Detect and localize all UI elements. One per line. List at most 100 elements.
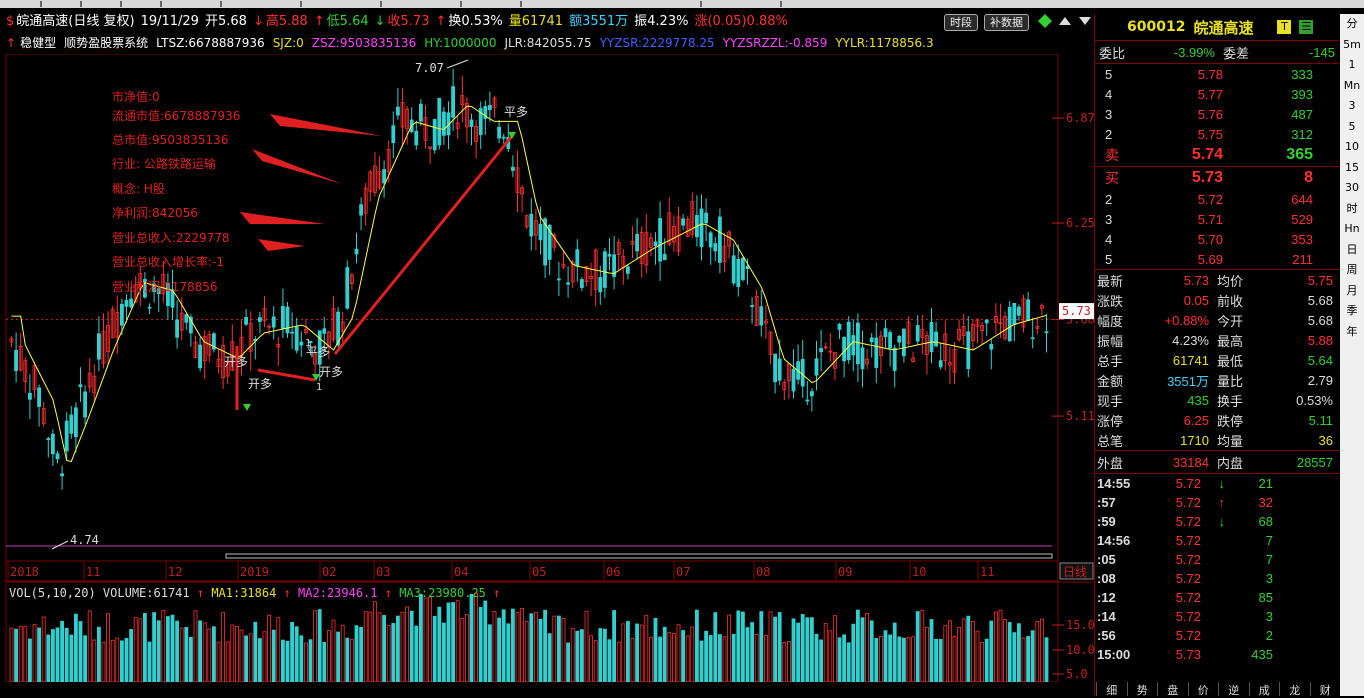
indicator-name: 稳健型 [20, 36, 57, 50]
sell-level-row[interactable]: 2 5.75 312 [1095, 124, 1340, 144]
tick-row[interactable]: 14:55 5.72 ↓ 21 [1095, 474, 1340, 493]
volume-bar [234, 626, 239, 682]
sell-level-row[interactable]: 3 5.76 487 [1095, 104, 1340, 124]
stat-label: 总手 [1097, 353, 1124, 369]
period-button[interactable]: 时 [1340, 199, 1364, 220]
arrow-down-icon: ↓ [252, 14, 264, 29]
period-button[interactable]: 10 [1340, 137, 1364, 158]
period-button[interactable]: 年 [1340, 322, 1364, 343]
volume-bar [915, 611, 920, 682]
tick-row[interactable]: :12 5.72 85 [1095, 588, 1340, 607]
tick-row[interactable]: :08 5.72 3 [1095, 569, 1340, 588]
volume-bar [934, 638, 938, 682]
level-label: 4 [1105, 86, 1113, 102]
candle-body [966, 331, 971, 370]
t-icon[interactable]: T [1277, 20, 1292, 34]
timeshare-button[interactable]: 时段 [944, 14, 978, 31]
tick-volume: 85 [1258, 590, 1273, 605]
quote-header: 600012 皖通高速 T ☰ [1095, 14, 1340, 40]
volume-bar [147, 641, 152, 682]
candle-body [805, 399, 810, 402]
quote-tab[interactable]: 财 [1309, 682, 1341, 697]
buy-orders: 买 5.73 8 2 5.72 644 3 5.71 529 4 5.70 353 5 5.69 211 [1095, 167, 1340, 269]
tick-row[interactable]: 15:00 5.73 435 [1095, 645, 1340, 664]
period-button[interactable]: 3 [1340, 96, 1364, 117]
volume-bar [37, 627, 41, 682]
quote-tab[interactable]: 细 [1096, 682, 1127, 697]
supplement-data-button[interactable]: 补数据 [984, 14, 1029, 31]
level-label: 2 [1105, 126, 1113, 142]
candle-body [391, 125, 396, 144]
period-button[interactable]: Mn [1340, 76, 1364, 97]
buy-level-row[interactable]: 3 5.71 529 [1095, 209, 1340, 229]
period-label: 日线 [1063, 565, 1087, 579]
sell-level-row[interactable]: 4 5.77 393 [1095, 84, 1340, 104]
candle-body [1044, 331, 1049, 334]
tick-row[interactable]: :14 5.72 3 [1095, 607, 1340, 626]
tick-row[interactable]: 14:56 5.72 7 [1095, 531, 1340, 550]
signal-count: 1 [305, 338, 311, 349]
level-label: 买 [1105, 170, 1119, 186]
inner-value: 28557 [1296, 454, 1333, 470]
kline-chart[interactable]: 6.876.255.685.115.732018 11 12 2019 02 03 04 05… [0, 54, 1094, 682]
quote-tab[interactable]: 势 [1126, 682, 1158, 697]
period-button[interactable]: 季 [1340, 301, 1364, 322]
tick-row[interactable]: :05 5.72 7 [1095, 550, 1340, 569]
period-button[interactable]: 15 [1340, 158, 1364, 179]
date-axis-label: 03 [376, 565, 390, 579]
down-arrow-icon[interactable] [1078, 14, 1092, 28]
scroll-bar[interactable] [225, 553, 1053, 559]
tick-volume: 21 [1258, 476, 1273, 491]
quote-tab[interactable]: 盘 [1157, 682, 1188, 697]
candle-body [83, 391, 87, 418]
buy-level-row[interactable]: 2 5.72 644 [1095, 189, 1340, 209]
stat-label: 金额 [1097, 373, 1124, 389]
period-button[interactable]: 5m [1340, 35, 1364, 56]
order-volume: 487 [1291, 106, 1313, 122]
annotation-arrow [252, 149, 342, 184]
volume-bar [998, 609, 1003, 682]
period-button[interactable]: 月 [1340, 281, 1364, 302]
sell-level-row[interactable]: 5 5.78 333 [1095, 64, 1340, 84]
tick-list[interactable]: 14:55 5.72 ↓ 21:57 5.72 ↑ 32:59 5.72 ↓ 68 14:56 5.7… [1095, 474, 1340, 664]
buy-level-row[interactable]: 4 5.70 353 [1095, 229, 1340, 249]
toolbar-tick [700, 1, 702, 7]
period-button[interactable]: Hn [1340, 219, 1364, 240]
quote-tab[interactable]: 成 [1248, 682, 1280, 697]
quote-tab[interactable]: 龙 [1279, 682, 1310, 697]
sell-level-row[interactable]: 卖 5.74 365 [1095, 144, 1340, 166]
volume-bar [9, 627, 14, 682]
volume-bar [290, 621, 295, 682]
diamond-icon[interactable] [1038, 14, 1052, 28]
buy-level-row[interactable]: 5 5.69 211 [1095, 249, 1340, 269]
toolbar-tick [160, 1, 162, 7]
period-button[interactable]: 30 [1340, 178, 1364, 199]
volume-bar [267, 614, 272, 682]
stat-row: 涨跌 0.05 前收 5.68 [1095, 290, 1340, 310]
stat-value: 5.68 [1307, 312, 1333, 328]
volume-bar [856, 609, 860, 682]
level-label: 4 [1105, 231, 1113, 247]
period-button[interactable]: 日 [1340, 240, 1364, 261]
quote-tab[interactable]: 价 [1187, 682, 1219, 697]
period-button[interactable]: 周 [1340, 260, 1364, 281]
candle-body [1026, 299, 1030, 321]
volume-bar [469, 593, 474, 682]
quote-tab[interactable]: 逆 [1218, 682, 1249, 697]
period-button[interactable]: 5 [1340, 117, 1364, 138]
annotation-arrow [270, 114, 382, 136]
candle-body [354, 248, 359, 255]
period-button[interactable]: 分 [1340, 14, 1364, 35]
tick-row[interactable]: :59 5.72 ↓ 68 [1095, 512, 1340, 531]
tick-row[interactable]: :57 5.72 ↑ 32 [1095, 493, 1340, 512]
volume-bar [363, 611, 368, 682]
buy-level-row[interactable]: 买 5.73 8 [1095, 167, 1340, 189]
grid-icon[interactable]: ☰ [1299, 20, 1314, 34]
close-value: 收5.73 [387, 14, 430, 29]
annotation-arrow [258, 239, 305, 251]
tick-row[interactable]: :56 5.72 2 [1095, 626, 1340, 645]
tick-volume: 435 [1251, 647, 1273, 662]
period-button[interactable]: 1 [1340, 55, 1364, 76]
volume-bar [184, 626, 189, 682]
up-arrow-icon[interactable] [1058, 14, 1072, 28]
